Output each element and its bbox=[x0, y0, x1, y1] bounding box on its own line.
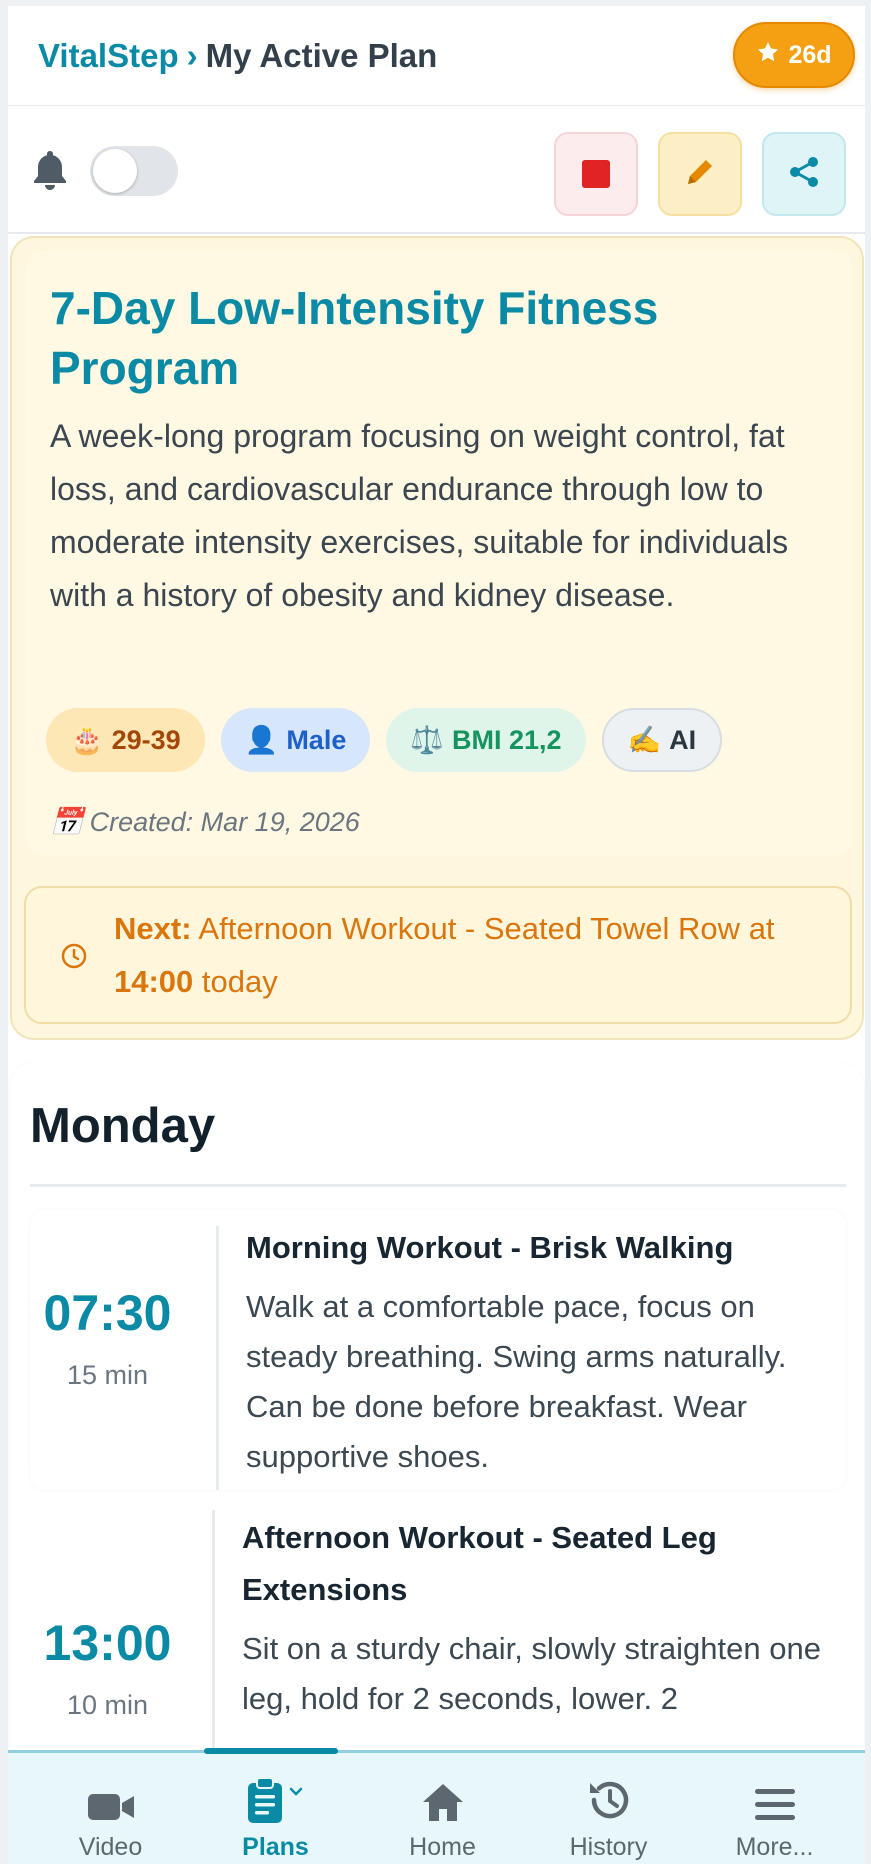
breadcrumb-brand-link[interactable]: VitalStep bbox=[38, 37, 179, 75]
nav-item-video[interactable]: Video bbox=[28, 1753, 193, 1864]
calendar-icon: 📅 bbox=[50, 807, 84, 837]
nav-item-home[interactable]: Home bbox=[360, 1753, 525, 1864]
cake-icon: 🎂 bbox=[70, 725, 104, 755]
streak-badge[interactable]: 26d bbox=[733, 22, 855, 88]
session-time-block: 07:30 15 min bbox=[30, 1284, 185, 1391]
plan-toolbar bbox=[8, 106, 865, 234]
person-icon: 👤 bbox=[244, 725, 279, 755]
plan-summary: 7-Day Low-Intensity Fitness Program A we… bbox=[26, 250, 852, 856]
notifications-toggle[interactable] bbox=[90, 146, 178, 196]
session-time-block: 13:00 10 min bbox=[30, 1614, 185, 1721]
created-label: Created: Mar 19, 2026 bbox=[89, 806, 360, 837]
session-duration: 15 min bbox=[66, 1360, 149, 1390]
streak-label: 26d bbox=[788, 40, 832, 69]
stop-icon bbox=[582, 160, 610, 188]
pencil-icon bbox=[682, 154, 718, 195]
session-description: Walk at a comfortable pace, focus on ste… bbox=[246, 1289, 787, 1474]
app-frame: VitalStep › My Active Plan 26d 7-Day Low… bbox=[8, 6, 865, 1864]
nav-item-more[interactable]: More... bbox=[692, 1753, 857, 1864]
gender-tag-label: Male bbox=[286, 724, 347, 755]
video-camera-icon bbox=[87, 1765, 135, 1823]
plan-tags: 🎂 29-39 👤 Male ⚖️ BMI 21,2 ✍️ AI bbox=[46, 708, 723, 772]
edit-plan-button[interactable] bbox=[658, 132, 742, 216]
nav-label: Home bbox=[409, 1833, 476, 1861]
clipboard-icon bbox=[244, 1765, 308, 1823]
bmi-tag-label: BMI 21,2 bbox=[451, 724, 562, 755]
clock-icon bbox=[60, 942, 88, 975]
next-activity-name: Afternoon Workout - Seated Towel Row bbox=[198, 911, 741, 946]
nav-label: History bbox=[569, 1833, 648, 1861]
gender-tag: 👤 Male bbox=[220, 708, 371, 772]
breadcrumb-separator: › bbox=[186, 36, 198, 74]
next-activity-text: Next: Afternoon Workout - Seated Towel R… bbox=[114, 902, 834, 1008]
created-date: 📅 Created: Mar 19, 2026 bbox=[50, 806, 360, 838]
next-time: 14:00 bbox=[114, 964, 194, 999]
age-tag: 🎂 29-39 bbox=[46, 708, 205, 772]
nav-item-plans[interactable]: Plans bbox=[193, 1753, 358, 1864]
session-title: Afternoon Workout - Seated Leg Extension… bbox=[242, 1520, 717, 1607]
next-when: today bbox=[201, 964, 278, 999]
source-tag: ✍️ AI bbox=[601, 708, 723, 772]
share-icon bbox=[787, 155, 821, 194]
session-item[interactable]: 07:30 15 min Morning Workout - Brisk Wal… bbox=[30, 1210, 846, 1490]
breadcrumb: VitalStep › My Active Plan bbox=[38, 37, 437, 75]
share-plan-button[interactable] bbox=[762, 132, 846, 216]
bottom-navigation: Video Plans Home History More... bbox=[8, 1748, 865, 1864]
scale-icon: ⚖️ bbox=[410, 725, 444, 755]
stop-plan-button[interactable] bbox=[554, 132, 638, 216]
next-at: at bbox=[748, 911, 775, 946]
session-body: Afternoon Workout - Seated Leg Extension… bbox=[242, 1512, 852, 1724]
top-header: VitalStep › My Active Plan 26d bbox=[8, 6, 865, 106]
session-description: Sit on a sturdy chair, slowly straighten… bbox=[242, 1631, 821, 1716]
day-divider bbox=[30, 1184, 846, 1187]
plan-card: 7-Day Low-Intensity Fitness Program A we… bbox=[10, 236, 864, 1040]
session-time: 13:00 bbox=[43, 1615, 172, 1671]
star-icon bbox=[756, 40, 780, 71]
session-divider bbox=[216, 1226, 219, 1490]
breadcrumb-current: My Active Plan bbox=[205, 36, 438, 74]
session-time: 07:30 bbox=[43, 1285, 172, 1341]
toggle-knob bbox=[93, 149, 137, 193]
writing-hand-icon: ✍️ bbox=[627, 725, 662, 755]
history-icon bbox=[586, 1765, 632, 1823]
nav-item-history[interactable]: History bbox=[526, 1753, 691, 1864]
age-tag-label: 29-39 bbox=[111, 724, 181, 755]
session-duration: 10 min bbox=[66, 1690, 149, 1720]
menu-icon bbox=[754, 1765, 796, 1823]
next-prefix: Next: bbox=[114, 911, 192, 946]
bmi-tag: ⚖️ BMI 21,2 bbox=[386, 708, 586, 772]
next-activity-banner[interactable]: Next: Afternoon Workout - Seated Towel R… bbox=[24, 886, 852, 1024]
bell-icon bbox=[30, 148, 70, 197]
nav-label: More... bbox=[735, 1833, 814, 1861]
session-title: Morning Workout - Brisk Walking bbox=[246, 1230, 734, 1265]
nav-label: Plans bbox=[242, 1833, 309, 1861]
source-tag-label: AI bbox=[669, 724, 697, 755]
day-title: Monday bbox=[30, 1099, 216, 1153]
plan-description: A week-long program focusing on weight c… bbox=[50, 418, 789, 613]
plan-title: 7-Day Low-Intensity Fitness Program bbox=[50, 282, 659, 394]
home-icon bbox=[420, 1765, 466, 1823]
nav-label: Video bbox=[78, 1833, 143, 1861]
day-schedule-card: Monday 07:30 15 min Morning Workout - Br… bbox=[10, 1062, 864, 1864]
session-body: Morning Workout - Brisk Walking Walk at … bbox=[246, 1222, 846, 1482]
